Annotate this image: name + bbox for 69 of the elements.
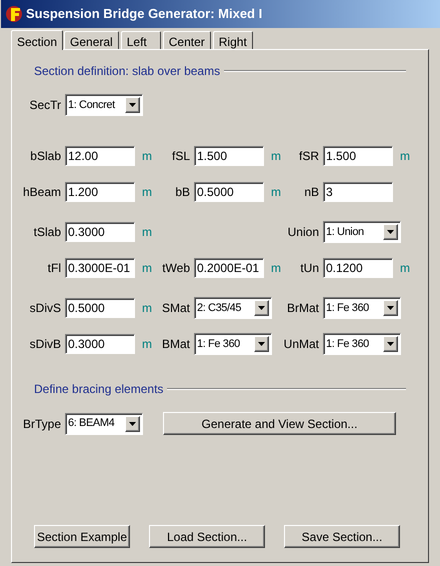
unit-label: m bbox=[400, 149, 410, 163]
dropdown[interactable]: 1: Fe 360 bbox=[323, 297, 401, 319]
unit-label: m bbox=[142, 149, 152, 163]
generate-button[interactable]: Generate and View Section... bbox=[163, 412, 396, 435]
field-label: sDivS bbox=[30, 300, 61, 317]
unit-label: m bbox=[400, 261, 410, 275]
input-field[interactable]: 0.1200 bbox=[323, 258, 393, 278]
dropdown[interactable]: 6: BEAM4 bbox=[65, 412, 143, 434]
caret-icon bbox=[383, 300, 398, 316]
input-field[interactable]: 12.00 bbox=[65, 146, 135, 166]
tab[interactable]: Right bbox=[212, 31, 253, 49]
field-label: bSlab bbox=[30, 148, 61, 165]
unit-label: m bbox=[142, 261, 152, 275]
input-field[interactable]: 0.3000 bbox=[65, 222, 135, 242]
unit-label: m bbox=[142, 337, 152, 351]
unit-label: m bbox=[271, 261, 281, 275]
unit-label: m bbox=[271, 149, 281, 163]
tab[interactable]: General bbox=[64, 31, 119, 49]
caret-icon bbox=[125, 416, 140, 432]
input-field[interactable]: 0.5000 bbox=[65, 298, 135, 318]
tab[interactable]: Left bbox=[120, 31, 161, 49]
dropdown[interactable]: 1: Fe 360 bbox=[194, 333, 272, 355]
field-label: bB bbox=[175, 184, 190, 201]
field-label: fSR bbox=[298, 148, 319, 165]
caret-icon bbox=[383, 224, 398, 240]
input-field[interactable]: 3 bbox=[323, 182, 393, 202]
unit-label: m bbox=[142, 225, 152, 239]
input-field[interactable]: 1.200 bbox=[65, 182, 135, 202]
dropdown[interactable]: 1: Fe 360 bbox=[323, 333, 401, 355]
dropdown[interactable]: 1: Concret bbox=[65, 94, 143, 116]
field-label: BMat bbox=[162, 336, 190, 353]
caret-icon bbox=[254, 336, 269, 352]
unit-label: m bbox=[142, 185, 152, 199]
input-field[interactable]: 0.3000 bbox=[65, 334, 135, 354]
input-field[interactable]: 1.500 bbox=[194, 146, 264, 166]
field-label: tSlab bbox=[34, 224, 61, 241]
dropdown[interactable]: 2: C35/45 bbox=[194, 297, 272, 319]
dropdown[interactable]: 1: Union bbox=[323, 221, 401, 243]
caret-icon bbox=[125, 97, 140, 113]
field-label: BrMat bbox=[286, 300, 319, 317]
field-label: SMat bbox=[162, 300, 190, 317]
caret-icon bbox=[254, 300, 269, 316]
field-label: UnMat bbox=[284, 336, 319, 353]
input-field[interactable]: 0.2000E-01 bbox=[194, 258, 264, 278]
unit-label: m bbox=[271, 185, 281, 199]
field-label: sDivB bbox=[30, 336, 61, 353]
action-button[interactable]: Save Section... bbox=[284, 525, 400, 548]
field-label: tFl bbox=[48, 260, 61, 277]
field-label: nB bbox=[304, 184, 319, 201]
field-label: Union bbox=[288, 224, 319, 241]
field-label: BrType bbox=[22, 416, 61, 432]
input-field[interactable]: 0.5000 bbox=[194, 182, 264, 202]
action-button[interactable]: Section Example bbox=[34, 525, 130, 548]
input-field[interactable]: 1.500 bbox=[323, 146, 393, 166]
window-title: Suspension Bridge Generator: Mixed I bbox=[26, 5, 262, 24]
group-heading: Section definition: slab over beams bbox=[34, 63, 222, 80]
field-label: SecTr bbox=[29, 97, 61, 114]
field-label: fSL bbox=[172, 148, 190, 165]
tab[interactable]: Center bbox=[162, 31, 211, 49]
tab[interactable]: Section bbox=[11, 30, 64, 50]
group-heading: Define bracing elements bbox=[34, 381, 164, 398]
action-button[interactable]: Load Section... bbox=[149, 525, 265, 548]
unit-label: m bbox=[142, 301, 152, 315]
field-label: hBeam bbox=[22, 184, 61, 201]
caret-icon bbox=[383, 336, 398, 352]
field-label: tWeb bbox=[162, 260, 190, 277]
field-label: tUn bbox=[300, 260, 319, 277]
input-field[interactable]: 0.3000E-01 bbox=[65, 258, 135, 278]
app-icon bbox=[5, 5, 23, 23]
